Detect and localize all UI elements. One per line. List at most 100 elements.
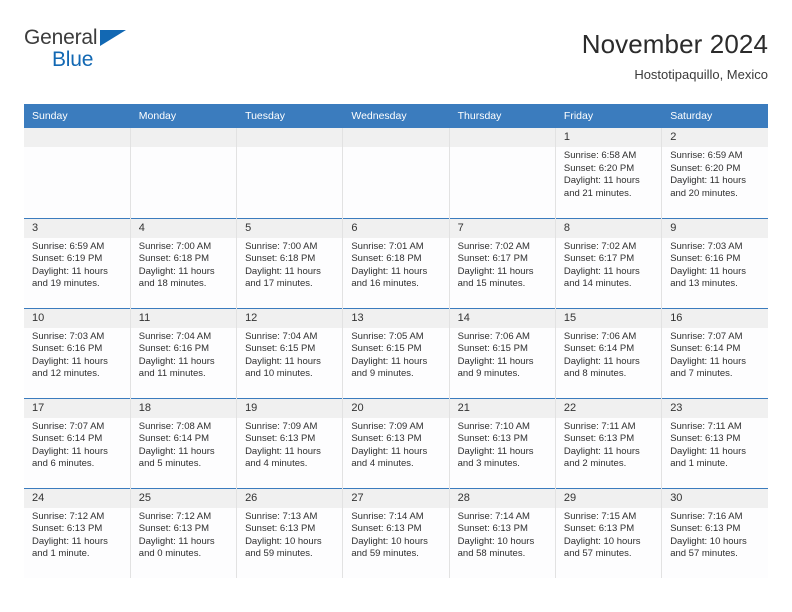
- daylight-text: Daylight: 11 hours and 11 minutes.: [138, 355, 215, 380]
- day-number: 12: [237, 308, 343, 328]
- day-sun-info: Sunrise: 7:15 AM Sunset: 6:13 PM Daylight:…: [556, 508, 661, 561]
- daylight-text: Daylight: 11 hours and 4 minutes.: [351, 445, 428, 470]
- sunset-text: Sunset: 6:13 PM: [670, 433, 741, 445]
- day-number: 21: [449, 398, 555, 418]
- daylight-text: Daylight: 11 hours and 18 minutes.: [138, 265, 215, 290]
- sunrise-text: Sunrise: 7:03 AM: [32, 330, 105, 342]
- day-sun-info: Sunrise: 7:11 AM Sunset: 6:13 PM Daylight:…: [662, 418, 768, 471]
- sunset-text: Sunset: 6:16 PM: [138, 343, 210, 355]
- calendar-day-cell[interactable]: 25 Sunrise: 7:12 AM Sunset: 6:13 PM Dayligh…: [130, 487, 238, 578]
- calendar-day-cell[interactable]: 9 Sunrise: 7:03 AM Sunset: 6:16 PM Daylight…: [661, 217, 768, 308]
- calendar-week-row: 1 Sunrise: 6:58 AM Sunset: 6:20 PM Daylight…: [24, 128, 768, 218]
- calendar-day-cell[interactable]: 27 Sunrise: 7:14 AM Sunset: 6:13 PM Dayligh…: [342, 487, 450, 578]
- day-number: [343, 128, 449, 147]
- day-number: 30: [662, 488, 768, 508]
- weekday-header-thursday: Thursday: [449, 104, 556, 128]
- daylight-text: Daylight: 11 hours and 6 minutes.: [32, 445, 108, 470]
- sunset-text: Sunset: 6:13 PM: [245, 433, 316, 445]
- sunrise-text: Sunrise: 7:16 AM: [670, 510, 743, 522]
- calendar-table: Sunday Monday Tuesday Wednesday Thursday Frid…: [24, 104, 768, 578]
- day-sun-info: Sunrise: 7:01 AM Sunset: 6:18 PM Daylight:…: [343, 238, 448, 291]
- day-number: 7: [449, 218, 555, 238]
- day-number: 9: [662, 218, 768, 238]
- calendar-day-cell[interactable]: 26 Sunrise: 7:13 AM Sunset: 6:13 PM Dayligh…: [236, 487, 344, 578]
- day-number: 28: [449, 488, 555, 508]
- calendar-day-cell[interactable]: 28 Sunrise: 7:14 AM Sunset: 6:13 PM Dayligh…: [449, 487, 556, 578]
- calendar-day-cell[interactable]: 22 Sunrise: 7:11 AM Sunset: 6:13 PM Dayligh…: [555, 397, 663, 488]
- calendar-day-cell[interactable]: 17 Sunrise: 7:07 AM Sunset: 6:14 PM Dayligh…: [24, 397, 131, 488]
- calendar-day-cell-empty: [24, 128, 131, 218]
- calendar-day-cell[interactable]: 16 Sunrise: 7:07 AM Sunset: 6:14 PM Dayligh…: [661, 307, 768, 398]
- day-number: 17: [24, 398, 130, 418]
- calendar-day-cell[interactable]: 10 Sunrise: 7:03 AM Sunset: 6:16 PM Dayligh…: [24, 307, 131, 398]
- calendar-day-cell[interactable]: 6 Sunrise: 7:01 AM Sunset: 6:18 PM Daylight…: [342, 217, 450, 308]
- calendar-day-cell[interactable]: 18 Sunrise: 7:08 AM Sunset: 6:14 PM Dayligh…: [130, 397, 238, 488]
- sunset-text: Sunset: 6:18 PM: [245, 253, 316, 265]
- sunset-text: Sunset: 6:13 PM: [351, 433, 422, 445]
- calendar-day-cell[interactable]: 20 Sunrise: 7:09 AM Sunset: 6:13 PM Dayligh…: [342, 397, 450, 488]
- calendar-day-cell[interactable]: 2 Sunrise: 6:59 AM Sunset: 6:20 PM Daylight…: [661, 128, 768, 218]
- calendar-day-cell[interactable]: 30 Sunrise: 7:16 AM Sunset: 6:13 PM Dayligh…: [661, 487, 768, 578]
- daylight-text: Daylight: 11 hours and 16 minutes.: [351, 265, 428, 290]
- sunset-text: Sunset: 6:13 PM: [457, 433, 528, 445]
- sunrise-text: Sunrise: 7:00 AM: [245, 240, 318, 252]
- calendar-day-cell[interactable]: 14 Sunrise: 7:06 AM Sunset: 6:15 PM Dayligh…: [449, 307, 556, 398]
- sunrise-text: Sunrise: 7:15 AM: [563, 510, 637, 522]
- general-blue-logo[interactable]: General Blue: [24, 26, 139, 78]
- sunset-text: Sunset: 6:13 PM: [245, 523, 316, 535]
- calendar-day-cell[interactable]: 13 Sunrise: 7:05 AM Sunset: 6:15 PM Dayligh…: [342, 307, 450, 398]
- calendar-day-cell[interactable]: 3 Sunrise: 6:59 AM Sunset: 6:19 PM Daylight…: [24, 217, 131, 308]
- day-number: 19: [237, 398, 343, 418]
- calendar-day-cell[interactable]: 7 Sunrise: 7:02 AM Sunset: 6:17 PM Daylight…: [449, 217, 556, 308]
- day-number: 4: [130, 218, 237, 238]
- day-sun-info: Sunrise: 6:58 AM Sunset: 6:20 PM Daylight:…: [556, 147, 661, 200]
- sunset-text: Sunset: 6:13 PM: [563, 433, 635, 445]
- calendar-day-cell[interactable]: 24 Sunrise: 7:12 AM Sunset: 6:13 PM Dayligh…: [24, 487, 131, 578]
- day-number: 14: [449, 308, 555, 328]
- daylight-text: Daylight: 11 hours and 17 minutes.: [245, 265, 321, 290]
- day-number: [237, 128, 343, 147]
- daylight-text: Daylight: 10 hours and 57 minutes.: [670, 535, 747, 560]
- day-sun-info: Sunrise: 7:12 AM Sunset: 6:13 PM Daylight:…: [131, 508, 236, 561]
- calendar-week-row: 10 Sunrise: 7:03 AM Sunset: 6:16 PM Dayligh…: [24, 307, 768, 398]
- sunrise-text: Sunrise: 7:12 AM: [32, 510, 105, 522]
- calendar-day-cell[interactable]: 23 Sunrise: 7:11 AM Sunset: 6:13 PM Dayligh…: [661, 397, 768, 488]
- calendar-day-cell[interactable]: 1 Sunrise: 6:58 AM Sunset: 6:20 PM Daylight…: [555, 128, 663, 218]
- logo-triangle-icon: [100, 30, 126, 46]
- calendar-day-cell[interactable]: 4 Sunrise: 7:00 AM Sunset: 6:18 PM Daylight…: [130, 217, 238, 308]
- calendar-day-cell[interactable]: 5 Sunrise: 7:00 AM Sunset: 6:18 PM Daylight…: [236, 217, 344, 308]
- daylight-text: Daylight: 11 hours and 2 minutes.: [563, 445, 640, 470]
- daylight-text: Daylight: 11 hours and 0 minutes.: [138, 535, 215, 560]
- sunset-text: Sunset: 6:17 PM: [563, 253, 635, 265]
- daylight-text: Daylight: 11 hours and 15 minutes.: [457, 265, 534, 290]
- sunset-text: Sunset: 6:17 PM: [457, 253, 528, 265]
- calendar-day-cell[interactable]: 12 Sunrise: 7:04 AM Sunset: 6:15 PM Dayligh…: [236, 307, 344, 398]
- daylight-text: Daylight: 11 hours and 12 minutes.: [32, 355, 108, 380]
- calendar-day-cell[interactable]: 19 Sunrise: 7:09 AM Sunset: 6:13 PM Dayligh…: [236, 397, 344, 488]
- daylight-text: Daylight: 11 hours and 19 minutes.: [32, 265, 108, 290]
- day-number: 10: [24, 308, 130, 328]
- sunrise-text: Sunrise: 6:59 AM: [670, 150, 743, 161]
- calendar-page: General Blue November 2024 Hostotipaquil…: [0, 0, 792, 612]
- day-sun-info: Sunrise: 6:59 AM Sunset: 6:19 PM Daylight:…: [24, 238, 130, 291]
- calendar-day-cell[interactable]: 8 Sunrise: 7:02 AM Sunset: 6:17 PM Daylight…: [555, 217, 663, 308]
- day-sun-info: Sunrise: 7:11 AM Sunset: 6:13 PM Daylight:…: [556, 418, 661, 471]
- day-sun-info: Sunrise: 7:09 AM Sunset: 6:13 PM Daylight:…: [237, 418, 342, 471]
- daylight-text: Daylight: 10 hours and 59 minutes.: [351, 535, 428, 560]
- calendar-day-cell[interactable]: 21 Sunrise: 7:10 AM Sunset: 6:13 PM Dayligh…: [449, 397, 556, 488]
- calendar-week-row: 3 Sunrise: 6:59 AM Sunset: 6:19 PM Daylight…: [24, 217, 768, 308]
- calendar-day-cell[interactable]: 29 Sunrise: 7:15 AM Sunset: 6:13 PM Dayligh…: [555, 487, 663, 578]
- daylight-text: Daylight: 11 hours and 3 minutes.: [457, 445, 534, 470]
- daylight-text: Daylight: 11 hours and 9 minutes.: [351, 355, 428, 380]
- daylight-text: Daylight: 11 hours and 20 minutes.: [670, 175, 747, 199]
- calendar-day-cell[interactable]: 15 Sunrise: 7:06 AM Sunset: 6:14 PM Dayligh…: [555, 307, 663, 398]
- day-sun-info: Sunrise: 7:14 AM Sunset: 6:13 PM Daylight:…: [450, 508, 555, 561]
- day-sun-info: Sunrise: 7:00 AM Sunset: 6:18 PM Daylight:…: [131, 238, 236, 291]
- sunset-text: Sunset: 6:16 PM: [32, 343, 103, 355]
- sunrise-text: Sunrise: 7:05 AM: [351, 330, 424, 342]
- sunset-text: Sunset: 6:13 PM: [563, 523, 635, 535]
- daylight-text: Daylight: 10 hours and 57 minutes.: [563, 535, 641, 560]
- calendar-day-cell[interactable]: 11 Sunrise: 7:04 AM Sunset: 6:16 PM Dayligh…: [130, 307, 238, 398]
- sunrise-text: Sunrise: 7:04 AM: [138, 330, 212, 342]
- sunset-text: Sunset: 6:18 PM: [138, 253, 210, 265]
